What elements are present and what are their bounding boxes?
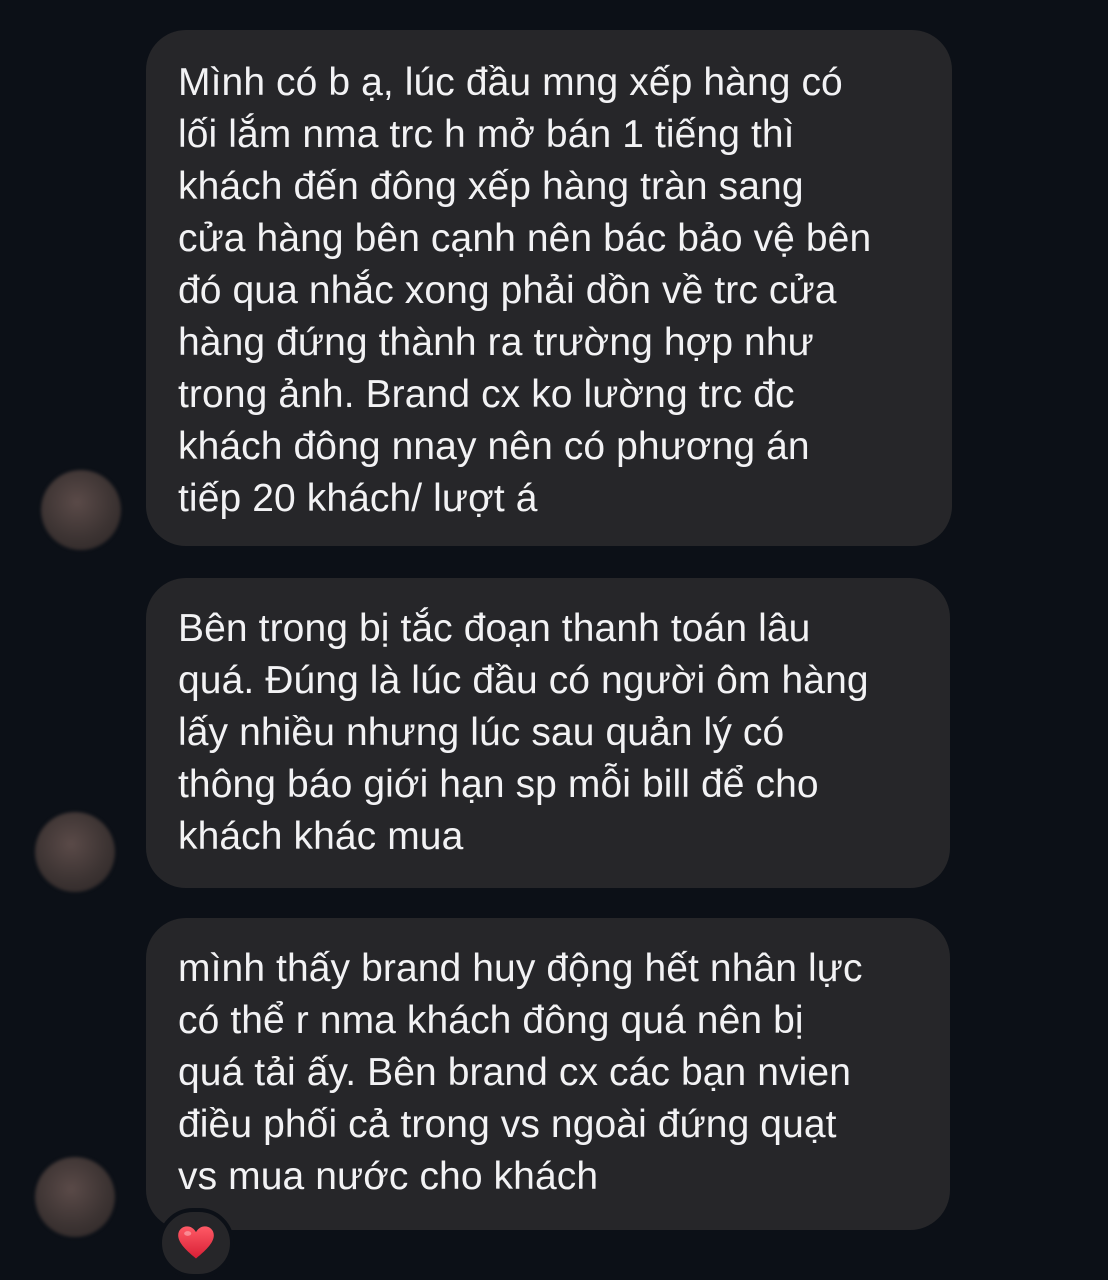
message-text: mình thấy brand huy động hết nhân lực có… bbox=[178, 943, 863, 1203]
message-text: Mình có b ạ, lúc đầu mng xếp hàng có lối… bbox=[178, 57, 871, 525]
sender-avatar[interactable] bbox=[35, 812, 115, 892]
message-bubble[interactable]: Bên trong bị tắc đoạn thanh toán lâu quá… bbox=[146, 578, 950, 888]
message-line: hàng đứng thành ra trường hợp như bbox=[178, 321, 814, 364]
message-bubble[interactable]: mình thấy brand huy động hết nhân lực có… bbox=[146, 918, 950, 1230]
message-line: trong ảnh. Brand cx ko lường trc đc bbox=[178, 373, 795, 416]
message-reaction[interactable] bbox=[158, 1208, 234, 1278]
message-line: tiếp 20 khách/ lượt á bbox=[178, 477, 538, 520]
message-line: đó qua nhắc xong phải dồn về trc cửa bbox=[178, 269, 837, 312]
message-line: lấy nhiều nhưng lúc sau quản lý có bbox=[178, 711, 785, 754]
message-text: Bên trong bị tắc đoạn thanh toán lâu quá… bbox=[178, 603, 869, 863]
message-line: khách đông nnay nên có phương án bbox=[178, 425, 810, 468]
message-line: thông báo giới hạn sp mỗi bill để cho bbox=[178, 763, 819, 806]
message-line: cửa hàng bên cạnh nên bác bảo vệ bên bbox=[178, 217, 872, 260]
message-line: Bên trong bị tắc đoạn thanh toán lâu bbox=[178, 607, 811, 650]
message-line: khách đến đông xếp hàng tràn sang bbox=[178, 165, 804, 208]
message-line: có thể r nma khách đông quá nên bị bbox=[178, 999, 804, 1042]
message-bubble[interactable]: Mình có b ạ, lúc đầu mng xếp hàng có lối… bbox=[146, 30, 952, 546]
message-line: khách khác mua bbox=[178, 815, 464, 858]
heart-icon bbox=[178, 1226, 214, 1259]
chat-thread: Mình có b ạ, lúc đầu mng xếp hàng có lối… bbox=[0, 0, 1108, 1280]
message-line: quá. Đúng là lúc đầu có người ôm hàng bbox=[178, 659, 869, 702]
message-line: quá tải ấy. Bên brand cx các bạn nvien bbox=[178, 1051, 852, 1094]
message-line: Mình có b ạ, lúc đầu mng xếp hàng có bbox=[178, 61, 843, 104]
sender-avatar[interactable] bbox=[41, 470, 121, 550]
message-line: điều phối cả trong vs ngoài đứng quạt bbox=[178, 1103, 837, 1146]
message-line: vs mua nước cho khách bbox=[178, 1155, 599, 1198]
message-line: lối lắm nma trc h mở bán 1 tiếng thì bbox=[178, 113, 795, 156]
sender-avatar[interactable] bbox=[35, 1157, 115, 1237]
message-line: mình thấy brand huy động hết nhân lực bbox=[178, 947, 863, 990]
